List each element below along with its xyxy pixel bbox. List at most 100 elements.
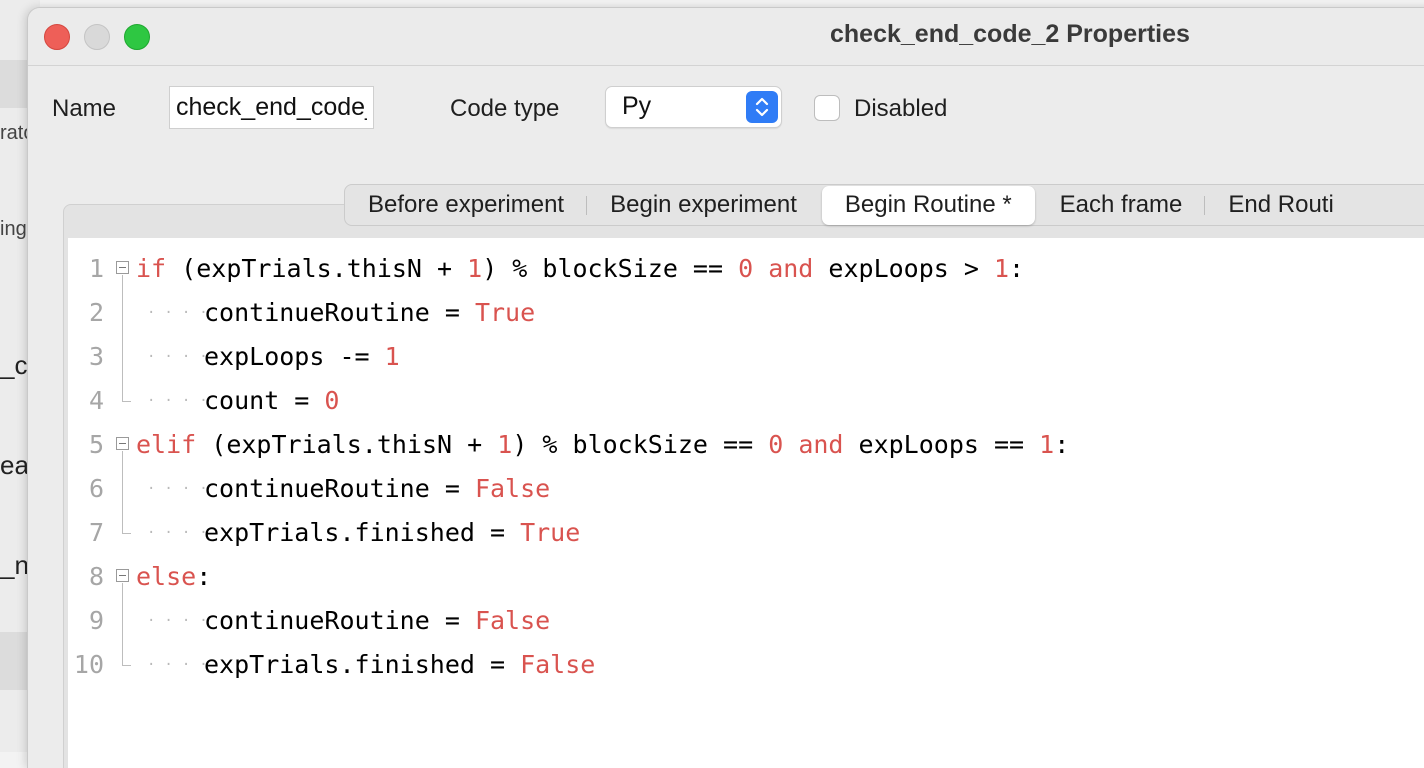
- line-number: 9: [88, 606, 104, 635]
- line-number: 2: [88, 298, 104, 327]
- background-text: _n: [0, 550, 28, 580]
- fold-guide: [122, 583, 123, 665]
- code-token: expLoops >: [813, 254, 994, 283]
- code-keyword: False: [520, 650, 596, 679]
- tab-before-experiment[interactable]: Before experiment: [345, 185, 588, 225]
- code-line[interactable]: 9 ···· continueRoutine = False: [68, 599, 1424, 643]
- background-text: eal: [0, 450, 28, 480]
- code-token: expTrials.finished =: [204, 650, 521, 679]
- code-keyword: else: [136, 562, 197, 591]
- code-text: elif (expTrials.thisN + 1) % blockSize =…: [136, 423, 1069, 467]
- code-token: (expTrials.thisN +: [196, 430, 498, 459]
- code-token: ) % blockSize ==: [512, 430, 769, 459]
- code-token: :: [196, 562, 212, 591]
- tab-label: Begin Routine *: [844, 191, 1012, 218]
- code-line[interactable]: 8 else:: [68, 555, 1424, 599]
- line-number: 8: [88, 562, 104, 591]
- fold-guide-end: [122, 401, 131, 402]
- name-label: Name: [52, 95, 117, 122]
- minimize-window-button[interactable]: [84, 24, 110, 50]
- code-line[interactable]: 1 if (expTrials.thisN + 1) % blockSize ==…: [68, 247, 1424, 291]
- fold-toggle-icon[interactable]: [116, 569, 129, 582]
- line-number: 5: [88, 430, 104, 459]
- tab-label: Begin experiment: [610, 191, 797, 218]
- fold-guide: [122, 451, 123, 533]
- code-token: ) % blockSize ==: [482, 254, 739, 283]
- line-number: 7: [88, 518, 104, 547]
- code-keyword: True: [520, 518, 581, 547]
- line-number: 4: [88, 386, 104, 415]
- line-number: 6: [88, 474, 104, 503]
- close-window-button[interactable]: [44, 24, 70, 50]
- tab-end-routine[interactable]: End Routi: [1205, 185, 1356, 225]
- code-text: expTrials.finished = True: [204, 511, 580, 555]
- code-line[interactable]: 7 ···· expTrials.finished = True: [68, 511, 1424, 555]
- properties-dialog: check_end_code_2 Properties Name Code ty…: [28, 8, 1424, 768]
- code-number: 0: [768, 430, 784, 459]
- code-text: count = 0: [204, 379, 339, 423]
- code-token: (expTrials.thisN +: [166, 254, 468, 283]
- code-keyword: and: [768, 254, 814, 283]
- line-number: 3: [88, 342, 104, 371]
- code-text: continueRoutine = True: [204, 291, 535, 335]
- code-text: if (expTrials.thisN + 1) % blockSize == …: [136, 247, 1024, 291]
- line-number: 10: [73, 650, 104, 679]
- code-token: continueRoutine =: [204, 298, 475, 327]
- code-line[interactable]: 5 elif (expTrials.thisN + 1) % blockSize …: [68, 423, 1424, 467]
- code-line[interactable]: 2 ···· continueRoutine = True: [68, 291, 1424, 335]
- code-keyword: if: [136, 254, 167, 283]
- tab-label: End Routi: [1228, 191, 1334, 218]
- background-text: rato: [0, 122, 28, 144]
- code-text: else:: [136, 555, 211, 599]
- code-text: continueRoutine = False: [204, 467, 550, 511]
- code-type-label: Code type: [450, 95, 560, 122]
- code-type-value: Py: [622, 92, 652, 120]
- code-text: expLoops -= 1: [204, 335, 400, 379]
- code-keyword: True: [474, 298, 536, 327]
- code-keyword: False: [474, 606, 551, 635]
- tab-begin-routine[interactable]: Begin Routine *: [821, 185, 1035, 225]
- code-line[interactable]: 6 ···· continueRoutine = False: [68, 467, 1424, 511]
- code-line[interactable]: 4 ···· count = 0: [68, 379, 1424, 423]
- disabled-label: Disabled: [854, 95, 948, 122]
- fold-toggle-icon[interactable]: [116, 261, 129, 274]
- code-type-select[interactable]: Py: [605, 86, 782, 128]
- chevron-up-down-icon: [746, 91, 778, 123]
- line-number: 1: [88, 254, 104, 283]
- code-number: 1: [384, 342, 400, 371]
- code-editor[interactable]: 1 if (expTrials.thisN + 1) % blockSize ==…: [68, 238, 1424, 768]
- code-token: expTrials.finished =: [204, 518, 521, 547]
- fold-guide-end: [122, 665, 131, 666]
- code-text: expTrials.finished = False: [204, 643, 595, 687]
- code-token: count =: [204, 386, 325, 415]
- code-number: 1: [1039, 430, 1055, 459]
- tab-label: Each frame: [1059, 191, 1183, 218]
- code-token: continueRoutine =: [204, 606, 475, 635]
- code-token: expLoops ==: [843, 430, 1040, 459]
- code-line[interactable]: 3 ···· expLoops -= 1: [68, 335, 1424, 379]
- code-keyword: False: [474, 474, 551, 503]
- disabled-checkbox[interactable]: [814, 95, 840, 121]
- code-number: 1: [467, 254, 483, 283]
- code-text: continueRoutine = False: [204, 599, 550, 643]
- code-keyword: and: [798, 430, 844, 459]
- code-number: 1: [993, 254, 1010, 283]
- code-token: :: [1009, 254, 1025, 283]
- code-number: 0: [738, 254, 754, 283]
- name-input[interactable]: [169, 86, 374, 129]
- tab-bar: Before experiment Begin experiment Begin…: [344, 184, 1424, 226]
- fold-guide-end: [122, 533, 131, 534]
- background-text: _co: [0, 350, 28, 380]
- tab-begin-experiment[interactable]: Begin experiment: [587, 185, 820, 225]
- background-text: ing: [0, 218, 27, 240]
- fold-guide: [122, 275, 123, 401]
- code-line[interactable]: 10 ···· expTrials.finished = False: [68, 643, 1424, 687]
- fold-toggle-icon[interactable]: [116, 437, 129, 450]
- tab-each-frame[interactable]: Each frame: [1037, 185, 1206, 225]
- code-token: continueRoutine =: [204, 474, 475, 503]
- zoom-window-button[interactable]: [124, 24, 150, 50]
- dialog-title: check_end_code_2 Properties: [830, 20, 1190, 48]
- code-number: 1: [497, 430, 513, 459]
